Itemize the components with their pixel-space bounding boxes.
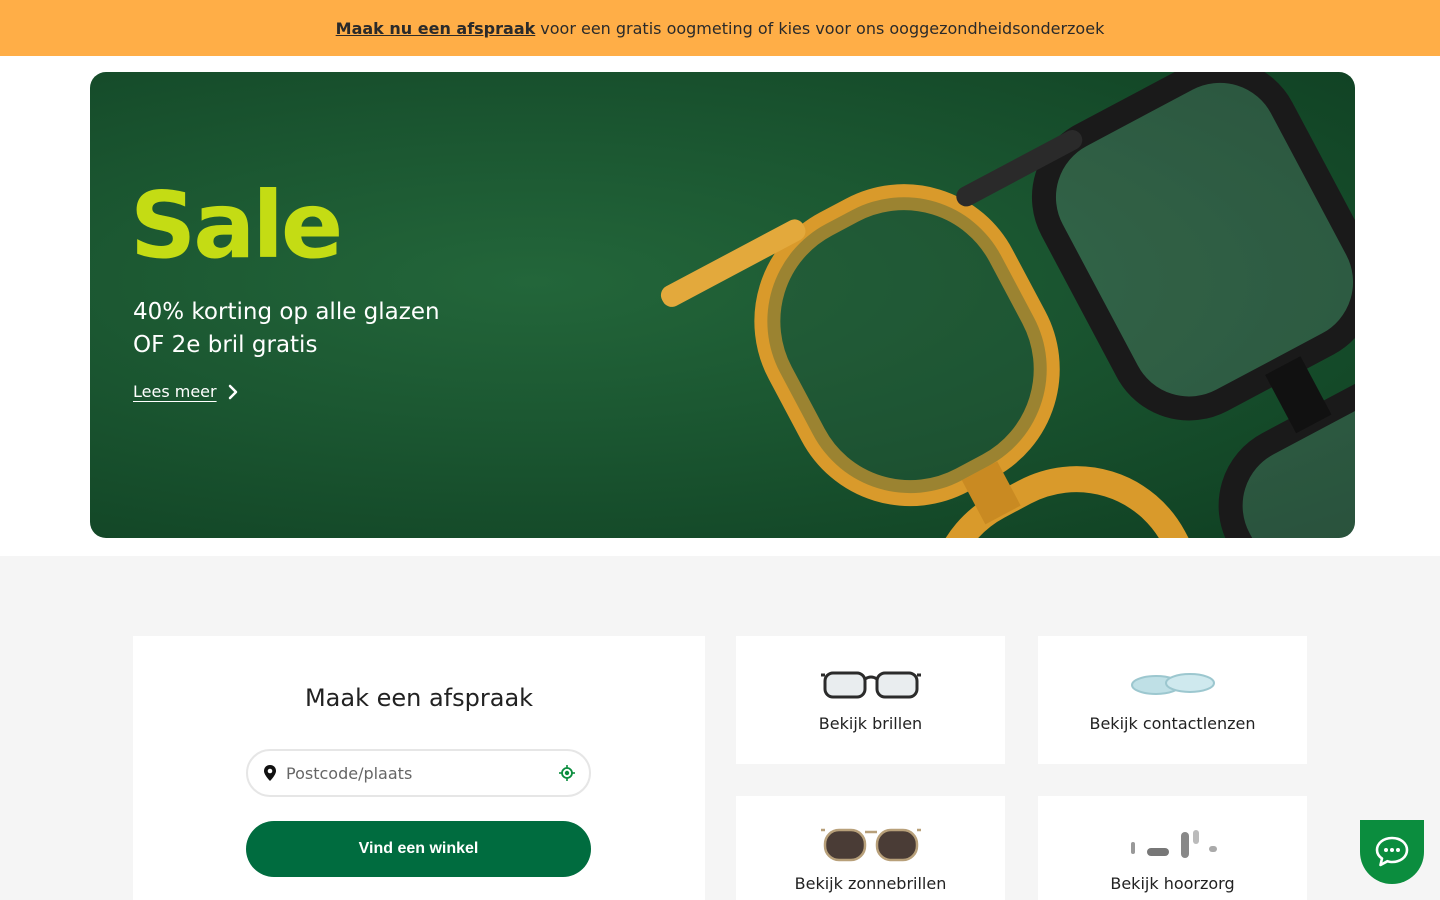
current-location-icon[interactable] — [559, 765, 575, 781]
lees-meer-label: Lees meer — [133, 382, 217, 401]
postcode-input[interactable] — [286, 763, 559, 783]
location-search — [246, 749, 591, 797]
announcement-bar: Maak nu een afspraak voor een gratis oog… — [0, 0, 1440, 56]
hero-line-1: 40% korting op alle glazen — [133, 299, 440, 325]
find-store-button[interactable]: Vind een winkel — [246, 821, 591, 877]
chevron-right-icon — [228, 384, 237, 399]
hero-subtitle: 40% korting op alle glazen OF 2e bril gr… — [133, 296, 440, 362]
glasses-icon — [820, 664, 921, 704]
tile-label: Bekijk brillen — [818, 714, 923, 733]
hearing-aid-icon — [1123, 824, 1223, 864]
appointment-title: Maak een afspraak — [304, 684, 534, 712]
tile-brillen[interactable]: Bekijk brillen — [736, 636, 1005, 764]
appointment-card: Maak een afspraak Vind een winkel — [133, 636, 705, 900]
chat-button[interactable] — [1360, 820, 1424, 884]
lees-meer-link[interactable]: Lees meer — [133, 382, 239, 401]
tile-label: Bekijk hoorzorg — [1110, 874, 1235, 893]
location-pin-icon — [264, 765, 276, 781]
contact-lens-icon — [1128, 664, 1218, 704]
tile-label: Bekijk zonnebrillen — [794, 874, 947, 893]
sale-hero-banner[interactable]: Sale 40% korting op alle glazen OF 2e br… — [90, 72, 1355, 538]
chat-icon — [1375, 836, 1409, 867]
sunglasses-icon — [820, 824, 921, 864]
tile-contactlenzen[interactable]: Bekijk contactlenzen — [1038, 636, 1307, 764]
hero-title: Sale — [130, 172, 343, 279]
announcement-text: voor een gratis oogmeting of kies voor o… — [540, 18, 1105, 38]
tile-zonnebrillen[interactable]: Bekijk zonnebrillen — [736, 796, 1005, 900]
tile-label: Bekijk contactlenzen — [1089, 714, 1256, 733]
hero-line-2: OF 2e bril gratis — [133, 332, 318, 358]
eyeglasses-photo — [660, 72, 1355, 538]
tile-hoorzorg[interactable]: Bekijk hoorzorg — [1038, 796, 1307, 900]
announcement-appointment-link[interactable]: Maak nu een afspraak — [336, 19, 536, 38]
